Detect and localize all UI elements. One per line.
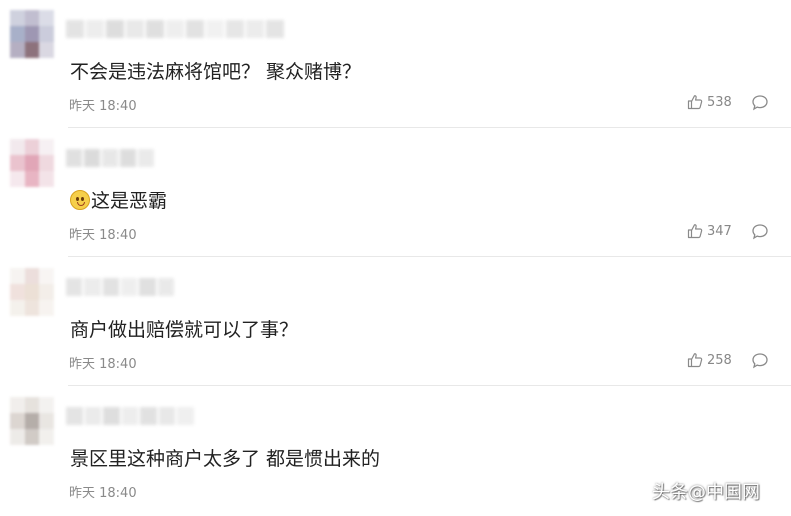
username-blurred[interactable] (66, 20, 296, 42)
comment-item: 商户做出赔偿就可以了事？ 昨天 18:40 258 (0, 258, 791, 386)
comment-bubble-icon[interactable] (751, 352, 769, 369)
like-count: 258 (707, 352, 732, 368)
username-blurred[interactable] (66, 149, 156, 171)
thumbs-up-icon (687, 95, 703, 110)
comment-text: 商户做出赔偿就可以了事？ (70, 315, 298, 342)
like-button[interactable]: 258 (687, 352, 732, 368)
comment-item: 不会是违法麻将馆吧？ 聚众赌博？ 昨天 18:40 538 (0, 0, 791, 128)
grinning-face-icon (70, 189, 90, 210)
avatar[interactable] (10, 268, 54, 316)
comment-text-content: 不会是违法麻将馆吧？ 聚众赌博？ (70, 61, 362, 83)
comment-text-content: 景区里这种商户太多了 都是惯出来的 (70, 448, 381, 470)
comment-text: 这是恶霸 (70, 186, 167, 213)
divider (68, 256, 791, 257)
like-count: 347 (707, 223, 732, 239)
avatar[interactable] (10, 139, 54, 187)
comment-text-content: 商户做出赔偿就可以了事？ (70, 319, 299, 341)
like-count: 538 (707, 94, 732, 110)
comment-item: 这是恶霸 昨天 18:40 347 (0, 129, 791, 257)
like-button[interactable]: 538 (687, 94, 732, 110)
divider (68, 127, 791, 128)
comment-text: 景区里这种商户太多了 都是惯出来的 (70, 444, 380, 471)
watermark: 头条@中国网 (652, 482, 760, 503)
comment-time: 昨天 18:40 (69, 357, 137, 372)
avatar[interactable] (10, 397, 54, 445)
avatar[interactable] (10, 10, 54, 58)
thumbs-up-icon (687, 353, 703, 368)
comment-bubble-icon[interactable] (751, 223, 769, 240)
like-button[interactable]: 347 (687, 223, 732, 239)
thumbs-up-icon (687, 224, 703, 239)
comment-bubble-icon[interactable] (751, 94, 769, 111)
username-blurred[interactable] (66, 278, 176, 300)
comment-text: 不会是违法麻将馆吧？ 聚众赌博？ (70, 57, 361, 84)
comment-time: 昨天 18:40 (69, 486, 137, 501)
comment-time: 昨天 18:40 (69, 99, 137, 114)
divider (68, 385, 791, 386)
comment-time: 昨天 18:40 (69, 228, 137, 243)
username-blurred[interactable] (66, 407, 196, 429)
comment-text-content: 这是恶霸 (91, 190, 168, 212)
